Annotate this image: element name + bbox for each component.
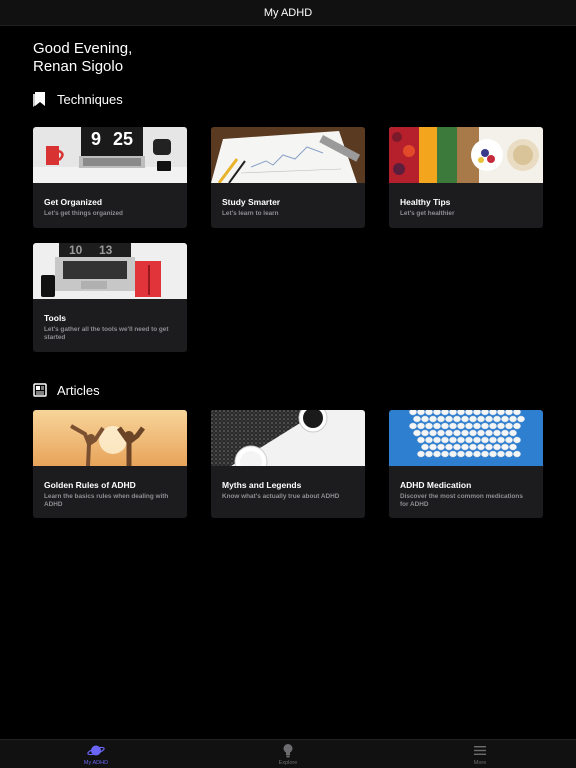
lightbulb-icon: [283, 743, 293, 757]
tab-label: More: [473, 759, 487, 766]
card-myths-legends[interactable]: Myths and Legends Know what's actually t…: [211, 410, 365, 518]
card-tools[interactable]: 10 13 Tools Let's gather all the tools w…: [33, 243, 187, 352]
card-get-organized[interactable]: 9 25 Get Organized Let's get things orga…: [33, 127, 187, 228]
tab-label: My ADHD: [83, 759, 109, 766]
tab-explore[interactable]: Explore: [192, 740, 384, 768]
healthy-tips-image: [389, 127, 543, 183]
articles-label: Articles: [57, 382, 100, 398]
card-subtitle: Let's get things organized: [44, 210, 123, 217]
get-organized-image: 9 25: [33, 127, 187, 183]
newspaper-icon: [33, 383, 47, 397]
study-smarter-image: [211, 127, 365, 183]
svg-text:10: 10: [69, 243, 83, 257]
svg-text:9: 9: [91, 129, 101, 149]
articles-header: Articles: [33, 382, 100, 398]
techniques-header: Techniques: [33, 91, 123, 107]
bookmark-icon: [33, 92, 45, 107]
card-subtitle: Know what's actually true about ADHD: [222, 493, 340, 500]
card-title: Get Organized: [44, 197, 103, 207]
card-healthy-tips[interactable]: Healthy Tips Let's get healthier: [389, 127, 543, 228]
card-title: Myths and Legends: [222, 480, 302, 490]
user-name: Renan Sigolo: [33, 58, 124, 75]
tab-more[interactable]: More: [384, 740, 576, 768]
card-subtitle: Discover the most common medications for…: [400, 493, 523, 508]
tab-bar: My ADHD Explore More: [0, 739, 576, 768]
adhd-medication-image: [389, 410, 543, 466]
card-title: Tools: [44, 313, 67, 323]
card-adhd-medication[interactable]: ADHD Medication Discover the most common…: [389, 410, 543, 518]
card-subtitle: Let's get healthier: [400, 210, 455, 217]
greeting: Good Evening, Renan Sigolo: [33, 40, 132, 76]
card-golden-rules[interactable]: Golden Rules of ADHD Learn the basics ru…: [33, 410, 187, 518]
card-title: Study Smarter: [222, 197, 281, 207]
navigation-bar: My ADHD: [0, 0, 576, 26]
card-subtitle: Learn the basics rules when dealing with…: [44, 493, 169, 508]
card-title: Healthy Tips: [400, 197, 451, 207]
card-title: Golden Rules of ADHD: [44, 480, 136, 490]
techniques-label: Techniques: [57, 91, 123, 107]
card-subtitle: Let's gather all the tools we'll need to…: [44, 326, 169, 341]
svg-text:25: 25: [113, 129, 133, 149]
golden-rules-image: [33, 410, 187, 466]
myths-legends-image: [211, 410, 365, 466]
tab-my-adhd[interactable]: My ADHD: [0, 740, 192, 768]
card-subtitle: Let's learn to learn: [222, 210, 279, 217]
planet-icon: [87, 745, 105, 755]
tab-label: Explore: [278, 759, 298, 766]
svg-text:13: 13: [99, 243, 113, 257]
menu-icon: [474, 745, 486, 755]
card-study-smarter[interactable]: Study Smarter Let's learn to learn: [211, 127, 365, 228]
nav-title: My ADHD: [263, 6, 313, 19]
card-title: ADHD Medication: [400, 480, 472, 490]
greeting-line: Good Evening,: [33, 40, 133, 57]
tools-image: 10 13: [33, 243, 187, 299]
